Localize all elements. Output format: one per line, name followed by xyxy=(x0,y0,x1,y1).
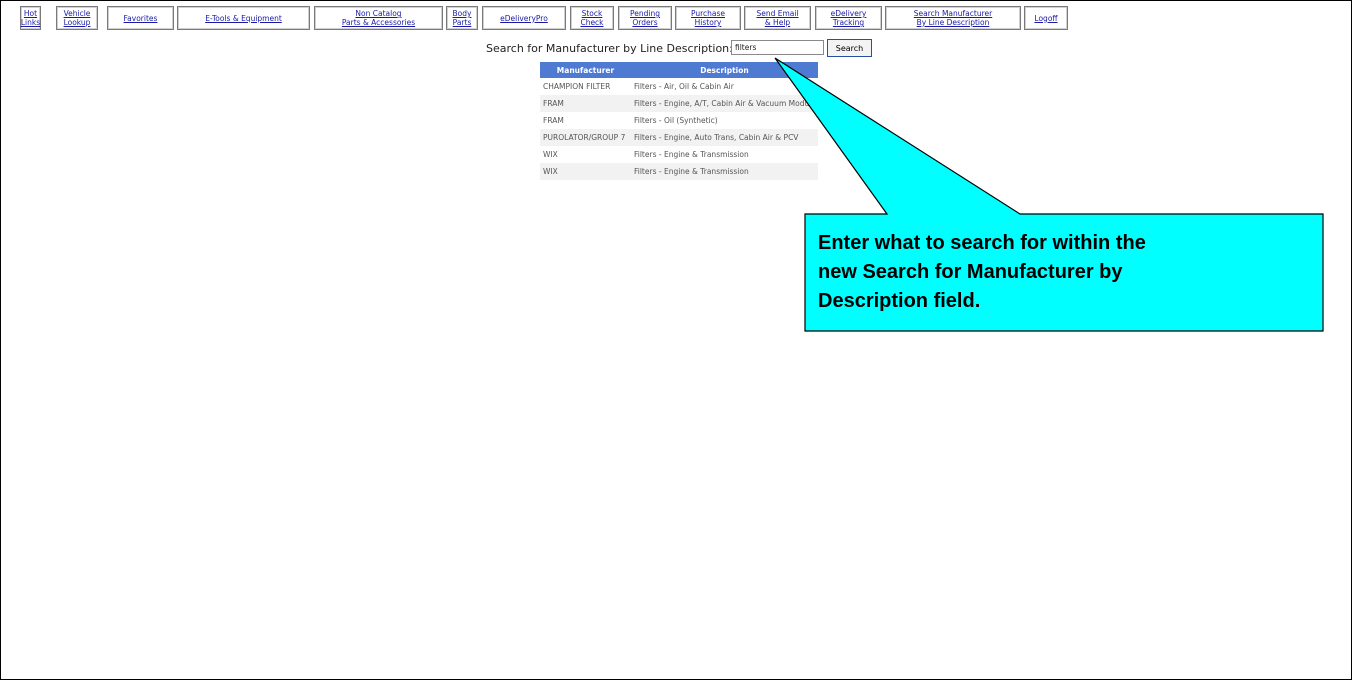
callout-shape xyxy=(774,57,1324,332)
callout-line: Description field. xyxy=(818,290,981,312)
callout-line: Enter what to search for within the xyxy=(818,232,1146,254)
callout-annotation: Enter what to search for within the new … xyxy=(818,229,1318,316)
callout-line: new Search for Manufacturer by xyxy=(818,261,1123,283)
